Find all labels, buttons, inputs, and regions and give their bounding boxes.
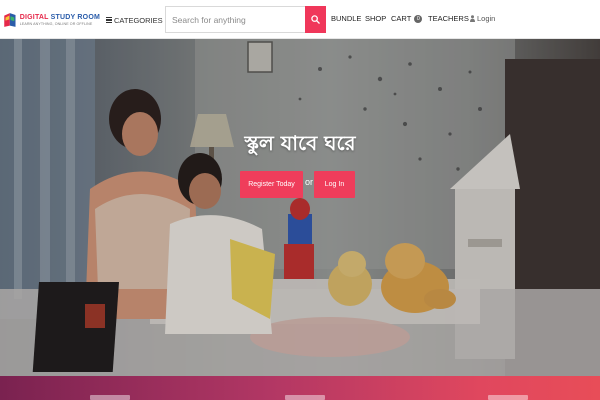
site-logo[interactable]: DIGITAL STUDY ROOM LEARN ANYTHING, ONLIN… bbox=[3, 4, 100, 35]
hero-title: স্কুল যাবে ঘরে bbox=[244, 131, 356, 155]
search-icon bbox=[311, 15, 320, 24]
login-link[interactable]: Login bbox=[470, 14, 495, 23]
cart-count-badge: 0 bbox=[414, 15, 423, 23]
book-logo-icon bbox=[4, 12, 16, 27]
search-input[interactable] bbox=[165, 6, 306, 33]
user-icon bbox=[470, 15, 475, 22]
hero-login-button[interactable]: Log In bbox=[314, 171, 355, 198]
categories-label: CATEGORIES bbox=[114, 15, 163, 25]
login-label: Login bbox=[477, 14, 496, 23]
hero-banner: স্কুল যাবে ঘরে Register Today or Log In bbox=[0, 39, 600, 376]
nav-teachers[interactable]: TEACHERS bbox=[428, 14, 469, 23]
top-navbar: DIGITAL STUDY ROOM LEARN ANYTHING, ONLIN… bbox=[0, 0, 600, 39]
feature-item bbox=[488, 395, 528, 400]
search-button[interactable] bbox=[305, 6, 326, 33]
register-button[interactable]: Register Today bbox=[240, 171, 303, 198]
nav-shop[interactable]: SHOP bbox=[365, 14, 386, 23]
nav-cart[interactable]: CART 0 bbox=[391, 14, 423, 23]
nav-bundle[interactable]: BUNDLE bbox=[331, 14, 361, 23]
brand-tagline: LEARN ANYTHING, ONLINE OR OFFLINE bbox=[19, 21, 93, 26]
or-separator: or bbox=[304, 177, 313, 187]
feature-item bbox=[90, 395, 130, 400]
hero-overlay bbox=[0, 39, 600, 376]
feature-strip bbox=[0, 376, 600, 400]
cart-label: CART bbox=[391, 14, 412, 23]
categories-menu[interactable]: CATEGORIES bbox=[106, 13, 169, 27]
brand-name: DIGITAL STUDY ROOM bbox=[19, 13, 100, 21]
list-icon bbox=[106, 17, 112, 23]
feature-item bbox=[285, 395, 325, 400]
search-bar bbox=[165, 6, 326, 33]
